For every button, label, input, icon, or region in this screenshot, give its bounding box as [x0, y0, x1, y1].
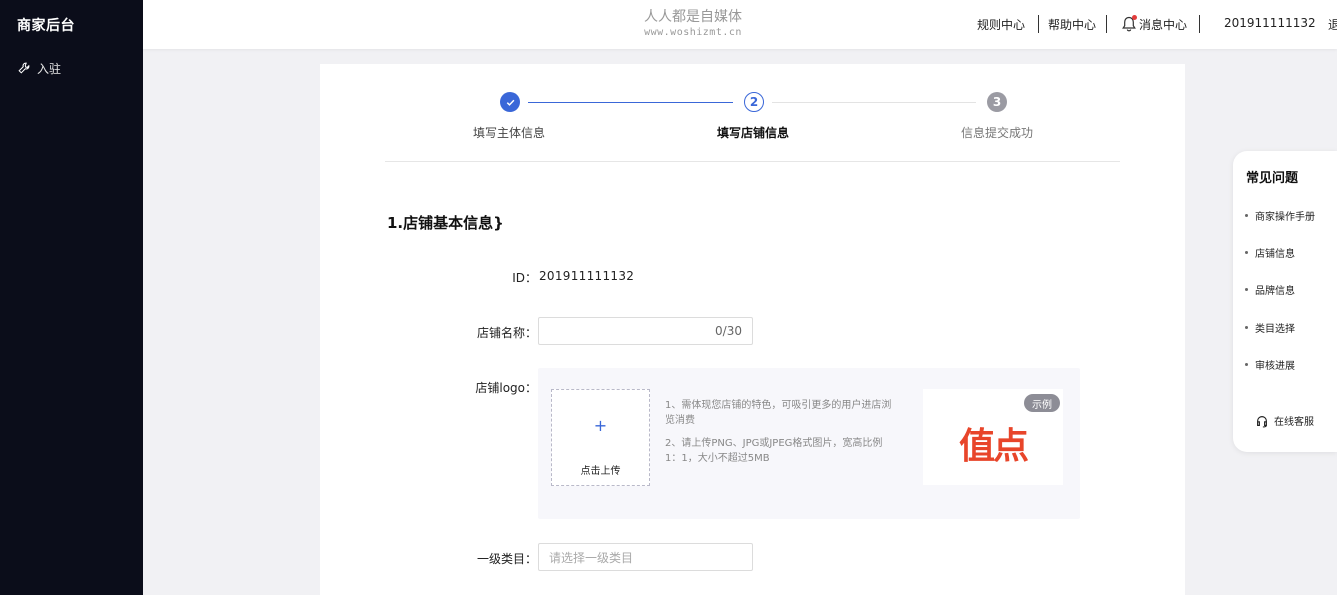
category-select[interactable]: 请选择一级类目 [538, 543, 753, 571]
category-placeholder: 请选择一级类目 [549, 550, 634, 565]
nav-divider [1106, 15, 1107, 33]
store-name-counter: 0/30 [715, 324, 742, 338]
example-logo-text: 值点 [958, 426, 1029, 467]
bell-icon[interactable] [1121, 15, 1137, 33]
step-line-todo [772, 102, 976, 103]
form-card: 2 3 填写主体信息 填写店铺信息 信息提交成功 1.店铺基本信息} ID： 2… [320, 64, 1185, 595]
store-name-label: 店铺名称： [476, 326, 537, 340]
bullet-icon [1245, 288, 1248, 291]
bullet-icon [1245, 214, 1248, 217]
nav-help-center[interactable]: 帮助中心 [1048, 16, 1096, 33]
faq-item-review-progress[interactable]: 审核进展 [1245, 357, 1295, 372]
logo-upload-panel: + 点击上传 1、需体现您店铺的特色，可吸引更多的用户进店浏览消费 2、请上传P… [538, 368, 1080, 519]
top-header: 人人都是自媒体 www.woshizmt.cn 规则中心 帮助中心 消息中心 2… [143, 0, 1337, 49]
faq-item-label: 审核进展 [1255, 361, 1295, 372]
step-2-circle: 2 [744, 92, 764, 112]
section-title: 1.店铺基本信息} [387, 214, 504, 232]
notification-dot [1132, 15, 1137, 20]
online-service-label: 在线客服 [1274, 417, 1314, 428]
nav-rules-center[interactable]: 规则中心 [977, 16, 1025, 33]
upload-tip-2: 2、请上传PNG、JPG或JPEG格式图片，宽高比例1：1，大小不超过5MB [665, 438, 883, 464]
section-divider [385, 161, 1120, 162]
step-1-check-icon [500, 92, 520, 112]
brand-title: 商家后台 [17, 18, 75, 34]
plus-icon: + [593, 416, 608, 435]
faq-item-label: 类目选择 [1255, 324, 1295, 335]
watermark: 人人都是自媒体 www.woshizmt.cn [618, 6, 768, 38]
faq-item-brand-info[interactable]: 品牌信息 [1245, 282, 1295, 297]
faq-item-label: 店铺信息 [1255, 249, 1295, 260]
faq-title: 常见问题 [1246, 171, 1299, 186]
wrench-icon [18, 62, 30, 74]
step-3-circle: 3 [987, 92, 1007, 112]
faq-item-label: 品牌信息 [1255, 286, 1295, 297]
bullet-icon [1245, 326, 1248, 329]
faq-item-category[interactable]: 类目选择 [1245, 320, 1295, 335]
upload-tip-1: 1、需体现您店铺的特色，可吸引更多的用户进店浏览消费 [665, 400, 892, 426]
faq-item-manual[interactable]: 商家操作手册 [1245, 208, 1315, 223]
sidebar-item-label: 入驻 [37, 61, 62, 76]
step-2-label: 填写店铺信息 [716, 126, 790, 140]
step-line-done [528, 102, 733, 103]
headset-icon [1257, 415, 1267, 428]
progress-steps: 2 3 填写主体信息 填写店铺信息 信息提交成功 [320, 92, 1185, 152]
id-label: ID： [512, 271, 537, 285]
watermark-line1: 人人都是自媒体 [644, 9, 742, 25]
sidebar-item-enter[interactable]: 入驻 [17, 59, 61, 77]
id-value: 201911111132 [539, 269, 635, 283]
sidebar: 商家后台 入驻 [0, 0, 143, 595]
nav-message-center[interactable]: 消息中心 [1139, 16, 1187, 33]
category-label: 一级类目： [476, 552, 537, 566]
upload-button[interactable]: + 点击上传 [551, 389, 650, 486]
user-id[interactable]: 201911111132 [1224, 16, 1316, 30]
faq-panel: 常见问题 商家操作手册 店铺信息 品牌信息 类目选择 审核进展 在线客服 [1233, 151, 1337, 452]
upload-label: 点击上传 [580, 466, 621, 477]
store-name-input[interactable]: 0/30 [538, 317, 753, 345]
store-logo-label: 店铺logo： [475, 381, 537, 395]
bullet-icon [1245, 363, 1248, 366]
watermark-line2: www.woshizmt.cn [644, 27, 742, 38]
faq-item-label: 商家操作手册 [1255, 212, 1315, 223]
logout-link[interactable]: 退 [1328, 16, 1337, 33]
nav-divider [1038, 15, 1039, 33]
step-3-label: 信息提交成功 [960, 126, 1034, 140]
faq-item-store-info[interactable]: 店铺信息 [1245, 245, 1295, 260]
example-logo-preview: 示例 值点 [923, 389, 1063, 485]
online-service-button[interactable]: 在线客服 [1255, 413, 1314, 428]
step-1-label: 填写主体信息 [472, 126, 546, 140]
nav-divider [1199, 15, 1200, 33]
bullet-icon [1245, 251, 1248, 254]
example-badge: 示例 [1024, 394, 1060, 412]
